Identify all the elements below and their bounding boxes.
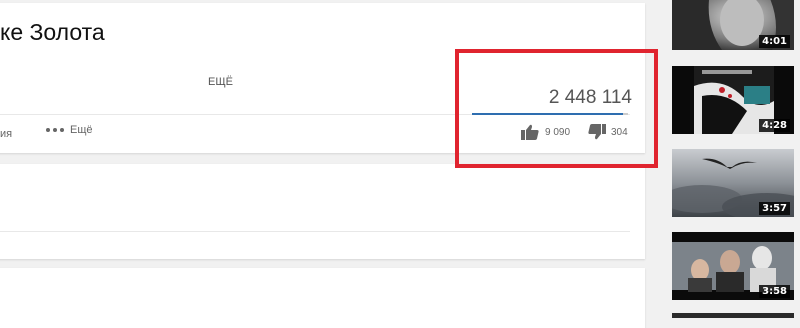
thumbs-down-icon <box>588 124 606 140</box>
thumbnail-image <box>672 313 794 318</box>
related-video-thumbnail[interactable]: 3:58 <box>672 232 794 300</box>
video-duration: 4:28 <box>759 119 790 132</box>
like-button[interactable]: 9 090 <box>521 124 570 140</box>
dislike-count: 304 <box>611 126 628 138</box>
video-duration: 3:57 <box>759 202 790 215</box>
related-video-thumbnail[interactable] <box>672 313 794 318</box>
dislike-button[interactable]: 304 <box>588 124 628 140</box>
share-action-label[interactable]: ия <box>0 128 12 140</box>
related-video-thumbnail[interactable]: 3:57 <box>672 149 794 217</box>
related-video-thumbnail[interactable]: 4:01 <box>672 0 794 50</box>
description-card <box>0 164 645 259</box>
like-ratio-fill <box>472 113 623 115</box>
video-duration: 3:58 <box>759 285 790 298</box>
more-actions-label: Ещё <box>70 124 93 136</box>
view-count: 2 448 114 <box>548 87 632 108</box>
video-duration: 4:01 <box>759 35 790 48</box>
video-title: ке Золота <box>0 19 105 45</box>
more-dots-icon <box>46 128 64 132</box>
divider <box>0 231 630 232</box>
comments-card <box>0 268 645 328</box>
show-more-button[interactable]: ЕЩЁ <box>208 76 233 88</box>
thumbs-up-icon <box>521 124 539 140</box>
like-count: 9 090 <box>545 126 571 138</box>
more-actions-button[interactable]: Ещё <box>46 124 93 136</box>
related-video-thumbnail[interactable]: 4:28 <box>672 66 794 134</box>
like-ratio-bar <box>472 113 628 115</box>
